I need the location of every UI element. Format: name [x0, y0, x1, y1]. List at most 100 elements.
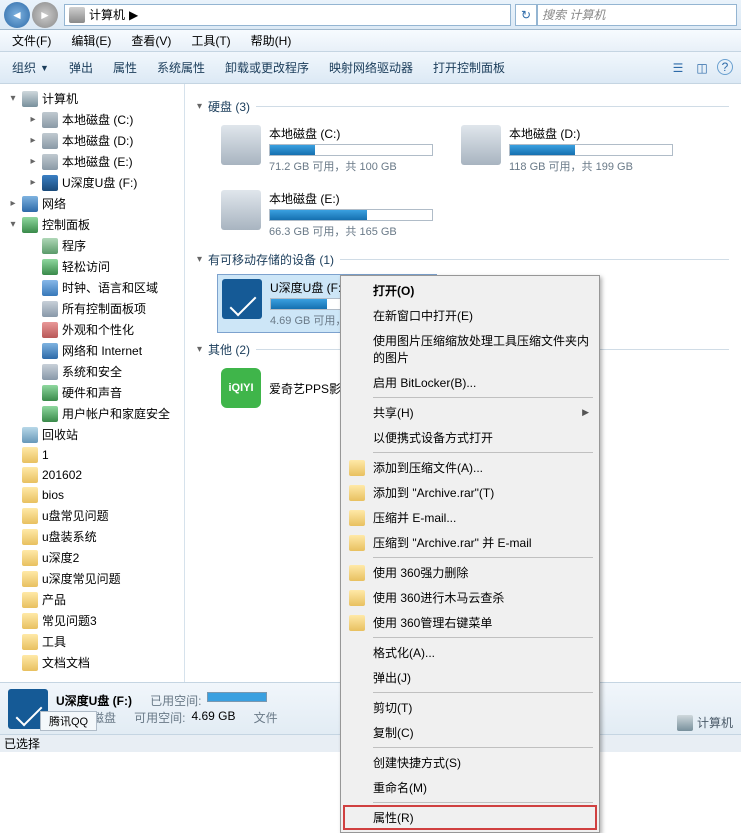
- tree-item[interactable]: 1: [0, 445, 184, 465]
- menu-help[interactable]: 帮助(H): [245, 30, 298, 51]
- tree-item[interactable]: ▸网络: [0, 193, 184, 214]
- tree-item[interactable]: ▸本地磁盘 (C:): [0, 109, 184, 130]
- context-menu-item[interactable]: 在新窗口中打开(E): [343, 303, 597, 328]
- tree-item[interactable]: 201602: [0, 465, 184, 485]
- context-menu-item[interactable]: 弹出(J): [343, 665, 597, 690]
- context-menu-item[interactable]: 添加到压缩文件(A)...: [343, 455, 597, 480]
- tree-arrow-icon[interactable]: ▸: [28, 135, 38, 146]
- tree-item[interactable]: u深度2: [0, 547, 184, 568]
- context-menu-item[interactable]: 使用 360强力删除: [343, 560, 597, 585]
- tree-arrow-icon[interactable]: ▾: [8, 93, 18, 104]
- menu-tools[interactable]: 工具(T): [185, 30, 236, 51]
- toolbar-organize[interactable]: 组织 ▼: [8, 57, 53, 78]
- breadcrumb-separator-icon[interactable]: ▶: [129, 8, 138, 22]
- tree-item[interactable]: u盘常见问题: [0, 505, 184, 526]
- preview-pane-button[interactable]: ◫: [693, 59, 711, 77]
- context-menu-item[interactable]: 以便携式设备方式打开: [343, 425, 597, 450]
- tree-item[interactable]: 用户帐户和家庭安全: [0, 403, 184, 424]
- tree-item[interactable]: 时钟、语言和区域: [0, 277, 184, 298]
- menu-file[interactable]: 文件(F): [6, 30, 57, 51]
- menu-view[interactable]: 查看(V): [125, 30, 177, 51]
- collapse-arrow-icon[interactable]: ▾: [197, 101, 202, 112]
- ic-drive-icon: [42, 112, 58, 128]
- toolbar-system-properties[interactable]: 系统属性: [153, 57, 209, 78]
- context-menu-item[interactable]: 创建快捷方式(S): [343, 750, 597, 775]
- view-mode-button[interactable]: ☰: [669, 59, 687, 77]
- breadcrumb[interactable]: 计算机: [89, 6, 125, 23]
- tree-item[interactable]: 文档文档: [0, 652, 184, 673]
- tree-item-label: U深度U盘 (F:): [62, 174, 137, 191]
- drive-e[interactable]: 本地磁盘 (E:) 66.3 GB 可用，共 165 GB: [217, 186, 437, 243]
- tree-arrow-icon[interactable]: ▸: [28, 156, 38, 167]
- tree-item[interactable]: u深度常见问题: [0, 568, 184, 589]
- context-menu-label: 使用图片压缩缩放处理工具压缩文件夹内的图片: [373, 332, 589, 366]
- nav-back-button[interactable]: ◄: [4, 2, 30, 28]
- tree-item[interactable]: 工具: [0, 631, 184, 652]
- toolbar-control-panel[interactable]: 打开控制面板: [429, 57, 509, 78]
- context-menu-item[interactable]: 属性(R): [343, 805, 597, 830]
- context-menu-item[interactable]: 重命名(M): [343, 775, 597, 800]
- ic-blue-icon: [42, 280, 58, 296]
- tree-item[interactable]: ▸ U深度U盘 (F:): [0, 172, 184, 193]
- context-menu[interactable]: 打开(O) 在新窗口中打开(E) 使用图片压缩缩放处理工具压缩文件夹内的图片启用 B…: [340, 275, 600, 833]
- nav-forward-button[interactable]: ►: [32, 2, 58, 28]
- tree-item[interactable]: 程序: [0, 235, 184, 256]
- context-menu-item[interactable]: 启用 BitLocker(B)...: [343, 370, 597, 395]
- context-menu-item[interactable]: 剪切(T): [343, 695, 597, 720]
- toolbar-map-drive[interactable]: 映射网络驱动器: [325, 57, 417, 78]
- context-menu-label: 在新窗口中打开(E): [373, 307, 473, 324]
- address-bar[interactable]: 计算机 ▶: [64, 4, 511, 26]
- context-menu-item[interactable]: 使用 360进行木马云查杀: [343, 585, 597, 610]
- taskbar-app-qq[interactable]: 腾讯QQ: [40, 711, 97, 731]
- taskbar-right[interactable]: 计算机: [677, 714, 733, 731]
- context-menu-item[interactable]: 格式化(A)...: [343, 640, 597, 665]
- drive-icon: [221, 125, 261, 165]
- tree-item[interactable]: 回收站: [0, 424, 184, 445]
- context-menu-item[interactable]: 共享(H)▶: [343, 400, 597, 425]
- tree-item[interactable]: ▸本地磁盘 (E:): [0, 151, 184, 172]
- toolbar-uninstall[interactable]: 卸载或更改程序: [221, 57, 313, 78]
- tree-item-label: 1: [42, 448, 49, 462]
- navigation-sidebar[interactable]: ▾计算机▸本地磁盘 (C:)▸本地磁盘 (D:)▸本地磁盘 (E:)▸U深度U盘…: [0, 84, 185, 682]
- toolbar-eject[interactable]: 弹出: [65, 57, 97, 78]
- menu-separator: [373, 452, 593, 453]
- tree-item[interactable]: ▾计算机: [0, 88, 184, 109]
- tree-item[interactable]: ▸本地磁盘 (D:): [0, 130, 184, 151]
- collapse-arrow-icon[interactable]: ▾: [197, 254, 202, 265]
- tree-item[interactable]: 产品: [0, 589, 184, 610]
- refresh-button[interactable]: ↻: [515, 4, 537, 26]
- group-header-hdd[interactable]: ▾ 硬盘 (3): [197, 98, 729, 115]
- context-menu-item[interactable]: 压缩到 "Archive.rar" 并 E-mail: [343, 530, 597, 555]
- tree-item[interactable]: 系统和安全: [0, 361, 184, 382]
- menu-separator: [373, 557, 593, 558]
- tree-item[interactable]: 常见问题3: [0, 610, 184, 631]
- tree-item[interactable]: 外观和个性化: [0, 319, 184, 340]
- group-header-removable[interactable]: ▾ 有可移动存储的设备 (1): [197, 251, 729, 268]
- tree-arrow-icon[interactable]: ▸: [28, 114, 38, 125]
- tree-item-label: 控制面板: [42, 216, 90, 233]
- menu-edit[interactable]: 编辑(E): [65, 30, 117, 51]
- context-menu-item[interactable]: 添加到 "Archive.rar"(T): [343, 480, 597, 505]
- context-menu-item[interactable]: 使用 360管理右键菜单: [343, 610, 597, 635]
- drive-c[interactable]: 本地磁盘 (C:) 71.2 GB 可用，共 100 GB: [217, 121, 437, 178]
- tree-arrow-icon[interactable]: ▸: [28, 177, 38, 188]
- help-button[interactable]: ?: [717, 59, 733, 75]
- computer-icon: [677, 715, 693, 731]
- tree-item[interactable]: u盘装系统: [0, 526, 184, 547]
- collapse-arrow-icon[interactable]: ▾: [197, 344, 202, 355]
- drive-d[interactable]: 本地磁盘 (D:) 118 GB 可用，共 199 GB: [457, 121, 677, 178]
- tree-item[interactable]: 轻松访问: [0, 256, 184, 277]
- context-menu-item[interactable]: 使用图片压缩缩放处理工具压缩文件夹内的图片: [343, 328, 597, 370]
- search-input[interactable]: 搜索 计算机: [537, 4, 737, 26]
- context-menu-item[interactable]: 打开(O): [343, 278, 597, 303]
- tree-item[interactable]: ▾ 控制面板: [0, 214, 184, 235]
- tree-item[interactable]: 网络和 Internet: [0, 340, 184, 361]
- tree-item[interactable]: 硬件和声音: [0, 382, 184, 403]
- tree-item-label: 轻松访问: [62, 258, 110, 275]
- context-menu-item[interactable]: 压缩并 E-mail...: [343, 505, 597, 530]
- tree-item[interactable]: 所有控制面板项: [0, 298, 184, 319]
- tree-arrow-icon[interactable]: ▸: [8, 198, 18, 209]
- toolbar-properties[interactable]: 属性: [109, 57, 141, 78]
- tree-item[interactable]: bios: [0, 485, 184, 505]
- tree-arrow-icon[interactable]: ▾: [8, 219, 18, 230]
